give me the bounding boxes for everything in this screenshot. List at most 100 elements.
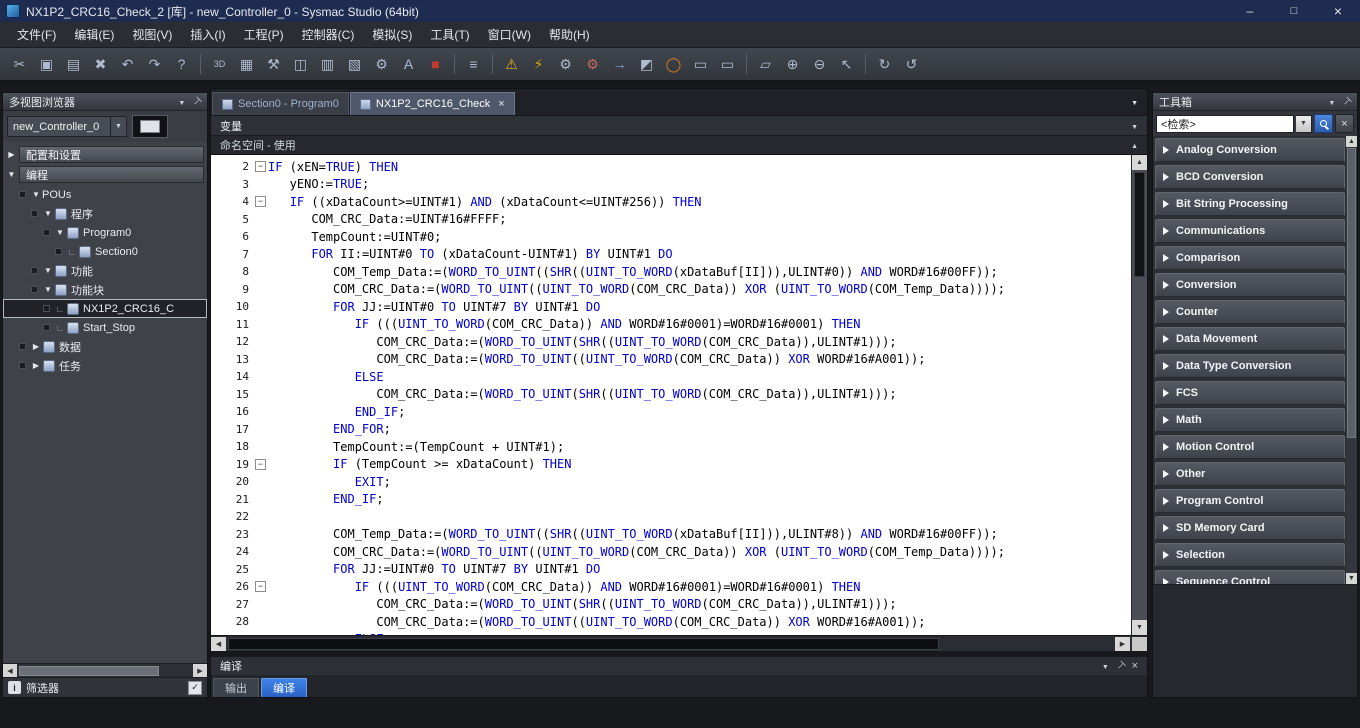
delete-icon[interactable]: ✖: [88, 52, 113, 76]
scroll-left-icon[interactable]: [211, 637, 226, 651]
toolbox-category-comparison[interactable]: Comparison: [1155, 246, 1345, 270]
filter-edit-icon[interactable]: [188, 681, 202, 695]
scroll-up-icon[interactable]: [1132, 155, 1147, 170]
check-all-programs-icon[interactable]: ⚡: [526, 52, 551, 76]
chevron-down-icon[interactable]: ▼: [42, 209, 54, 218]
redo-icon[interactable]: ↷: [142, 52, 167, 76]
fold-collapse-icon[interactable]: [253, 158, 268, 176]
editor-vscrollbar[interactable]: [1131, 155, 1147, 635]
fold-collapse-icon[interactable]: [253, 578, 268, 596]
chevron-right-icon[interactable]: ▶: [30, 361, 42, 370]
scroll-down-icon[interactable]: [1346, 573, 1357, 584]
toolbox-category-selection[interactable]: Selection: [1155, 543, 1345, 567]
window-layout-1-icon[interactable]: ▭: [688, 52, 713, 76]
zoom-in-icon[interactable]: ⊕: [780, 52, 805, 76]
close-tab-icon[interactable]: [498, 98, 504, 110]
code-line-24[interactable]: 24 COM_CRC_Data:=(WORD_TO_UINT((UINT_TO_…: [211, 543, 1131, 561]
paste-icon[interactable]: ▤: [61, 52, 86, 76]
3d-view-icon[interactable]: 3D: [207, 52, 232, 76]
code-line-7[interactable]: 7 FOR II:=UINT#0 TO (xDataCount-UINT#1) …: [211, 246, 1131, 264]
code-line-26[interactable]: 26 IF (((UINT_TO_WORD(COM_CRC_Data)) AND…: [211, 578, 1131, 596]
toolbox-category-communications[interactable]: Communications: [1155, 219, 1345, 243]
menu-item-6[interactable]: 控制器(C): [293, 22, 364, 48]
menu-item-1[interactable]: 文件(F): [8, 22, 65, 48]
code-line-22[interactable]: 22: [211, 508, 1131, 526]
menu-item-7[interactable]: 模拟(S): [363, 22, 421, 48]
task-settings-icon[interactable]: ▧: [342, 52, 367, 76]
fold-collapse-icon[interactable]: [253, 193, 268, 211]
scroll-left-icon[interactable]: [3, 664, 17, 677]
menu-item-10[interactable]: 帮助(H): [540, 22, 599, 48]
scroll-up-icon[interactable]: [1346, 136, 1357, 147]
close-button[interactable]: [1316, 0, 1360, 22]
search-instruction-icon[interactable]: A: [396, 52, 421, 76]
toolbox-category-fcs[interactable]: FCS: [1155, 381, 1345, 405]
scrollbar-thumb[interactable]: [1134, 172, 1145, 277]
menu-item-3[interactable]: 视图(V): [123, 22, 181, 48]
code-line-16[interactable]: 16 END_IF;: [211, 403, 1131, 421]
scrollbar-thumb[interactable]: [19, 666, 159, 676]
editor-hscrollbar[interactable]: [211, 635, 1147, 651]
undo-icon[interactable]: ↶: [115, 52, 140, 76]
variable-table-icon[interactable]: ▦: [234, 52, 259, 76]
scroll-down-icon[interactable]: [1132, 620, 1147, 635]
code-line-8[interactable]: 8 COM_Temp_Data:=(WORD_TO_UINT((SHR((UIN…: [211, 263, 1131, 281]
toolbox-category-conversion[interactable]: Conversion: [1155, 273, 1345, 297]
code-line-17[interactable]: 17 END_FOR;: [211, 421, 1131, 439]
tree-item-item[interactable]: ▶数据: [3, 337, 207, 356]
chevron-down-icon[interactable]: [1131, 120, 1138, 132]
code-line-25[interactable]: 25 FOR JJ:=UINT#0 TO UINT#7 BY UINT#1 DO: [211, 561, 1131, 579]
check-program-icon[interactable]: ⚠: [499, 52, 524, 76]
code-line-27[interactable]: 27 COM_CRC_Data:=(WORD_TO_UINT(SHR((UINT…: [211, 596, 1131, 614]
scrollbar-thumb[interactable]: [1347, 148, 1356, 438]
code-line-28[interactable]: 28 COM_CRC_Data:=(WORD_TO_UINT((UINT_TO_…: [211, 613, 1131, 631]
search-button[interactable]: [1314, 114, 1333, 133]
toolbox-category-sd-memory-card[interactable]: SD Memory Card: [1155, 516, 1345, 540]
controller-select[interactable]: new_Controller_0: [7, 116, 127, 137]
scroll-right-icon[interactable]: [1115, 637, 1130, 651]
toolbox-category-bcd-conversion[interactable]: BCD Conversion: [1155, 165, 1345, 189]
toolbox-search-input[interactable]: <检索>: [1156, 115, 1294, 133]
code-line-13[interactable]: 13 COM_CRC_Data:=(WORD_TO_UINT((UINT_TO_…: [211, 351, 1131, 369]
toolbox-category-bit-string-processing[interactable]: Bit String Processing: [1155, 192, 1345, 216]
variables-bar[interactable]: 变量: [211, 115, 1147, 135]
toolbox-category-analog-conversion[interactable]: Analog Conversion: [1155, 138, 1345, 162]
tree-item-item[interactable]: ▼功能: [3, 261, 207, 280]
chevron-down-icon[interactable]: ▼: [42, 266, 54, 275]
code-line-5[interactable]: 5 COM_CRC_Data:=UINT#16#FFFF;: [211, 211, 1131, 229]
online-edit-icon[interactable]: ⚙: [580, 52, 605, 76]
sync-transfer-1-icon[interactable]: ↻: [872, 52, 897, 76]
chevron-right-icon[interactable]: ▶: [4, 150, 19, 159]
pin-icon[interactable]: [1116, 660, 1125, 672]
tree-item-item[interactable]: ▶任务: [3, 356, 207, 375]
pin-icon[interactable]: [192, 96, 201, 108]
code-line-19[interactable]: 19 IF (TempCount >= xDataCount) THEN: [211, 456, 1131, 474]
rebuild-icon[interactable]: ⚙: [553, 52, 578, 76]
insert-function-icon[interactable]: ≡: [461, 52, 486, 76]
copy-icon[interactable]: ▣: [34, 52, 59, 76]
code-line-12[interactable]: 12 COM_CRC_Data:=(WORD_TO_UINT(SHR((UINT…: [211, 333, 1131, 351]
chevron-down-icon[interactable]: ▼: [42, 285, 54, 294]
scrollbar-track[interactable]: [1346, 439, 1357, 573]
code-line-2[interactable]: 2IF (xEN=TRUE) THEN: [211, 158, 1131, 176]
chevron-up-icon[interactable]: [1131, 139, 1138, 151]
output-tab-2[interactable]: 编译: [261, 678, 307, 697]
close-icon[interactable]: [1132, 660, 1138, 672]
scrollbar-track[interactable]: [1132, 279, 1147, 620]
chevron-down-icon[interactable]: ▼: [30, 190, 42, 199]
code-line-14[interactable]: 14 ELSE: [211, 368, 1131, 386]
pointer-icon[interactable]: ↖: [834, 52, 859, 76]
tree-item-item[interactable]: ▼功能块: [3, 280, 207, 299]
tree-item-pous[interactable]: ▼POUs: [3, 185, 207, 204]
chevron-down-icon[interactable]: [110, 117, 126, 136]
pin-icon[interactable]: [1342, 96, 1351, 108]
toolbox-vscrollbar[interactable]: [1346, 136, 1357, 584]
tree-section-item[interactable]: ▶配置和设置: [4, 145, 204, 164]
chevron-down-icon[interactable]: [1102, 660, 1109, 672]
code-line-4[interactable]: 4 IF ((xDataCount>=UINT#1) AND (xDataCou…: [211, 193, 1131, 211]
toolbox-category-counter[interactable]: Counter: [1155, 300, 1345, 324]
menu-item-4[interactable]: 插入(I): [181, 22, 234, 48]
menu-item-9[interactable]: 窗口(W): [479, 22, 540, 48]
menu-item-8[interactable]: 工具(T): [421, 22, 478, 48]
split-window-icon[interactable]: ◫: [288, 52, 313, 76]
